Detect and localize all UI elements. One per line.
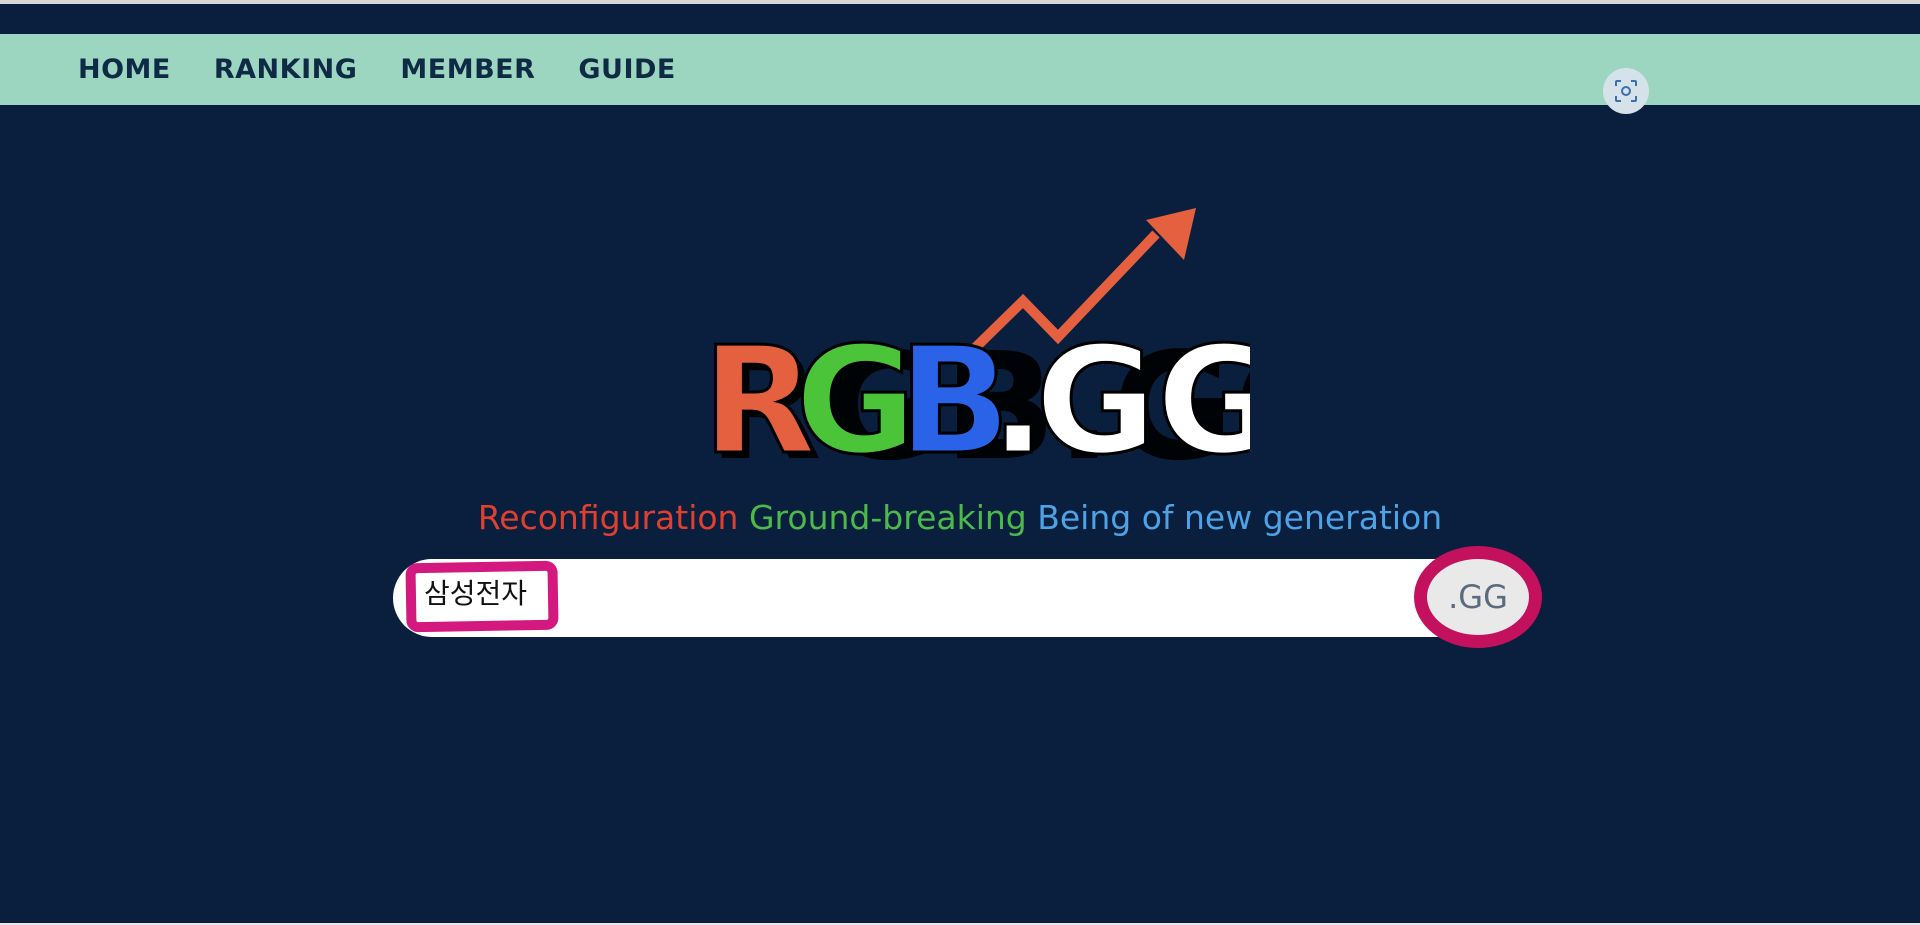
nav-ranking-link[interactable]: RANKING [214, 54, 358, 85]
logo-letters-gg: GG [1035, 315, 1250, 479]
screenshot-capture-icon [1615, 80, 1637, 102]
search-gg-button[interactable]: .GG [1414, 546, 1542, 648]
screenshot-button[interactable] [1603, 68, 1649, 114]
nav-home-link[interactable]: HOME [78, 54, 171, 85]
nav-list: HOME RANKING MEMBER GUIDE [78, 54, 676, 85]
tagline: Reconfiguration Ground-breaking Being of… [0, 498, 1920, 537]
search-input[interactable] [415, 564, 1379, 634]
tagline-ground-breaking: Ground-breaking [748, 498, 1027, 537]
tagline-being-new-generation: Being of new generation [1037, 498, 1443, 537]
nav-guide-link[interactable]: GUIDE [578, 54, 676, 85]
gg-button-label: .GG [1448, 578, 1508, 616]
tagline-reconfiguration: Reconfiguration [477, 498, 739, 537]
search-query-text: 삼성전자 [424, 577, 528, 610]
page: HOME RANKING MEMBER GUIDE RGB.GG R G B .… [0, 0, 1920, 925]
rgbgg-logo: RGB.GG R G B . GG [701, 208, 1250, 479]
nav-member-link[interactable]: MEMBER [400, 54, 535, 85]
